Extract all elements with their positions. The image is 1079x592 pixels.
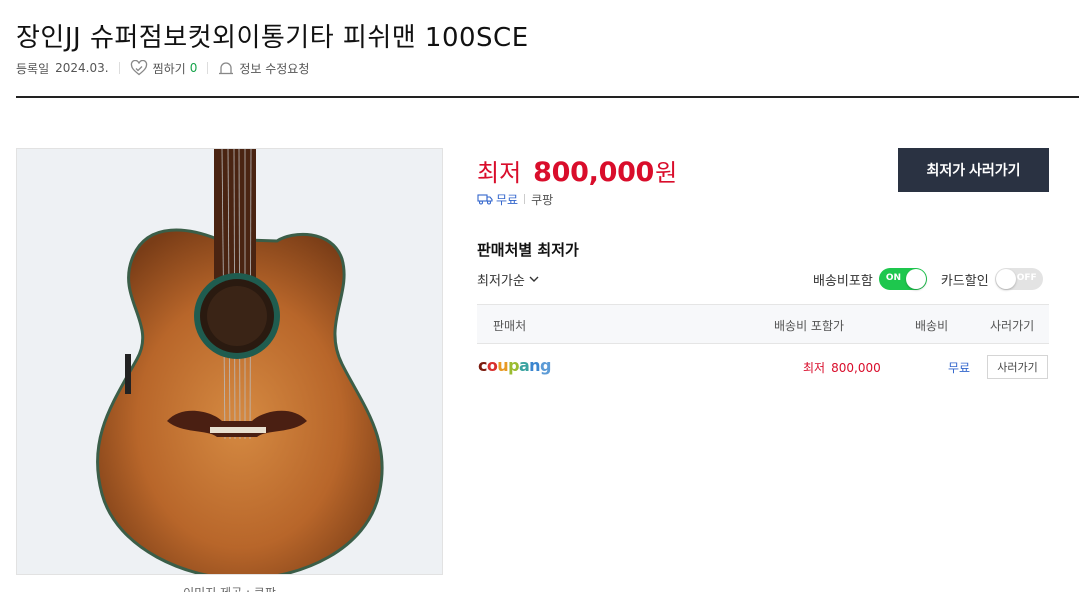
buy-lowest-button[interactable]: 최저가 사러가기 <box>898 148 1049 192</box>
sort-label: 최저가순 <box>477 273 525 289</box>
toggle-knob <box>905 269 926 289</box>
toggle-knob <box>995 269 1016 289</box>
column-total-price: 배송비 포함가 <box>774 319 845 333</box>
card-discount-toggle[interactable]: OFF <box>994 268 1043 290</box>
seller-logo[interactable]: coupang <box>478 356 551 375</box>
lowest-price: 최저 800,000 원 <box>477 153 678 188</box>
zzim-count: 0 <box>189 61 198 75</box>
row-price: 최저 800,000 <box>803 359 881 376</box>
sellers-section-title: 판매처별 최저가 <box>477 241 579 259</box>
divider <box>524 194 526 204</box>
shipping-include-toggle[interactable]: ON <box>878 268 927 290</box>
title-rule <box>16 96 1079 98</box>
row-price-label: 최저 <box>803 361 826 375</box>
product-image <box>16 148 443 575</box>
column-buy: 사러가기 <box>990 319 1035 333</box>
product-meta: 등록일 2024.03. 찜하기 0 정보 수정요청 <box>16 59 309 77</box>
row-price-value: 800,000 <box>831 361 881 375</box>
registered-date: 2024.03. <box>55 61 109 75</box>
shipping-info: 무료 쿠팡 <box>477 191 553 207</box>
column-seller: 판매처 <box>493 319 527 333</box>
table-row: coupang 최저 800,000 무료 사러가기 <box>477 344 1049 390</box>
mall-name: 쿠팡 <box>531 192 554 207</box>
report-icon[interactable] <box>218 61 234 76</box>
price-unit: 원 <box>655 159 678 187</box>
sellers-table-header: 판매처 배송비 포함가 배송비 사러가기 <box>477 304 1049 344</box>
toggle-state: OFF <box>1016 273 1037 283</box>
report-button[interactable]: 정보 수정요청 <box>239 60 309 77</box>
image-caption: 이미지 제공 : 쿠팡 <box>16 584 443 592</box>
row-shipping: 무료 <box>948 361 971 375</box>
divider <box>207 62 209 74</box>
column-shipping: 배송비 <box>915 319 949 333</box>
heart-icon[interactable] <box>130 60 148 76</box>
shipping-fee: 무료 <box>496 192 519 207</box>
registered-label: 등록일 <box>16 61 50 76</box>
price-value: 800,000 <box>533 157 655 188</box>
chevron-down-icon <box>529 276 539 283</box>
price-label: 최저 <box>477 159 522 187</box>
divider <box>118 62 120 74</box>
sort-dropdown[interactable]: 최저가순 <box>477 270 539 289</box>
toggle-state: ON <box>885 273 901 283</box>
card-toggle-label: 카드할인 <box>940 273 989 289</box>
product-title: 장인JJ 슈퍼점보컷외이통기타 피쉬맨 100SCE <box>16 23 529 53</box>
filter-toggles: 배송비포함 ON 카드할인 OFF <box>813 267 1043 291</box>
zzim-button[interactable]: 찜하기 <box>153 60 186 77</box>
truck-icon <box>477 193 493 205</box>
row-buy-button[interactable]: 사러가기 <box>987 355 1048 379</box>
shipping-toggle-label: 배송비포함 <box>813 273 873 289</box>
